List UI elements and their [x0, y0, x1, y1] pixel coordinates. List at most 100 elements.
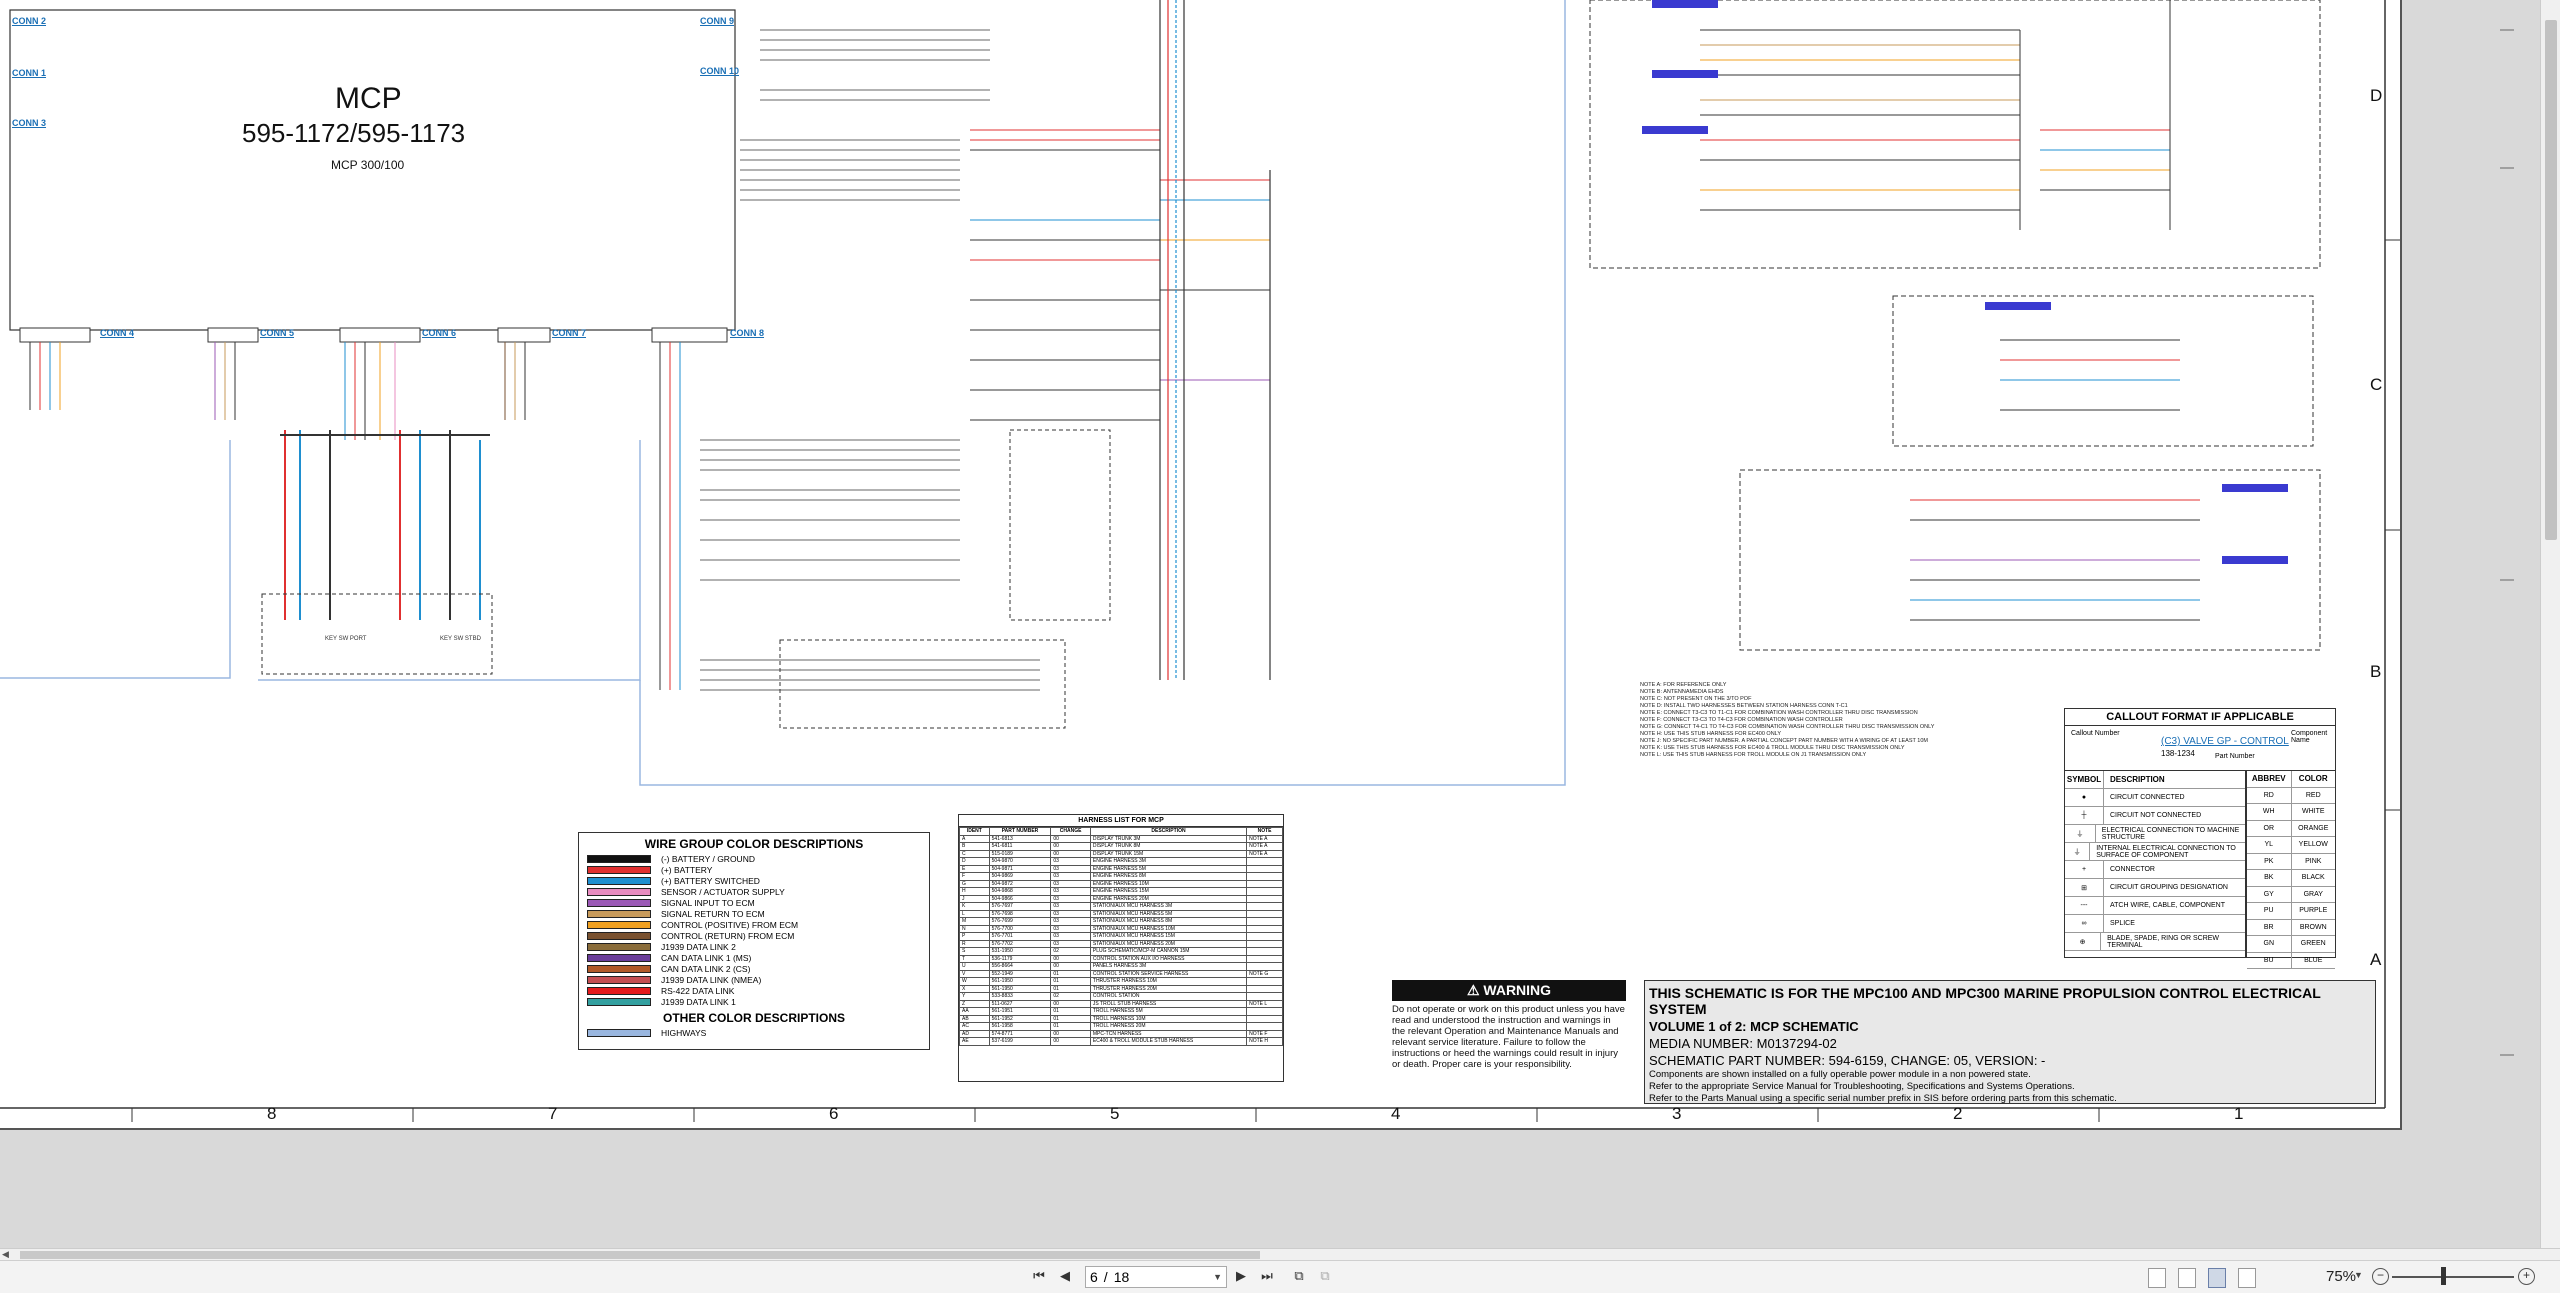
horizontal-scroll-thumb[interactable]: [20, 1251, 1260, 1259]
note-line: NOTE K: USE THIS STUB HARNESS FOR EC400 …: [1640, 745, 1905, 751]
table-cell: 561-1958: [988, 1022, 1052, 1031]
next-view-button[interactable]: ⧉: [1316, 1267, 1334, 1285]
legend-label: RS-422 DATA LINK: [661, 985, 735, 996]
conn-10-label: CONN 10: [700, 66, 740, 76]
conn-4-label: CONN 4: [100, 328, 135, 338]
table-cell: T: [959, 954, 990, 963]
next-page-button[interactable]: ▶: [1232, 1267, 1250, 1285]
table-row: X 561-1950 01 THRUSTER HARNESS 20M: [959, 984, 1283, 993]
zoom-slider-track[interactable]: [2392, 1276, 2514, 1278]
zone-letter: D: [2370, 86, 2383, 105]
harness-column-header: NOTE: [1246, 827, 1283, 836]
table-row: H 504-9868 03 ENGINE HARNESS 15M: [959, 887, 1283, 896]
legend-row: SENSOR / ACTUATOR SUPPLY: [579, 886, 929, 897]
symbol-glyph: ⏚: [2065, 843, 2091, 860]
conn-6-label: CONN 6: [422, 328, 457, 338]
note-line: NOTE C: NOT PRESENT ON THE 3/TO POF: [1640, 696, 1752, 702]
legend-row: (-) BATTERY / GROUND: [579, 853, 929, 864]
table-cell: [1246, 924, 1283, 933]
previous-page-button[interactable]: ◀: [1056, 1267, 1074, 1285]
zoom-in-button[interactable]: +: [2518, 1268, 2535, 1285]
legend-row: (+) BATTERY: [579, 864, 929, 875]
table-cell: NOTE G: [1246, 969, 1283, 978]
note-line: NOTE G: CONNECT T4-C1 TO T4-C3 FOR COMBI…: [1640, 724, 1935, 730]
table-cell: [1246, 962, 1283, 971]
wire-color-swatch: [587, 920, 651, 929]
conn-3-label: CONN 3: [12, 118, 47, 128]
legend-row: CONTROL (POSITIVE) FROM ECM: [579, 919, 929, 930]
abbrev-color: BROWN: [2299, 923, 2327, 931]
symbol-glyph: ⏚: [2065, 825, 2096, 842]
page-number-field[interactable]: 6 / 18 ▼: [1085, 1266, 1227, 1288]
zone-number: 4: [1391, 1104, 1401, 1123]
note-line: NOTE B: ANTENNAMEDIA EHDS: [1640, 689, 1724, 695]
first-page-icon: ⏮: [1033, 1268, 1045, 1283]
page-dropdown-icon[interactable]: ▼: [1213, 1272, 1222, 1282]
table-cell: [1246, 909, 1283, 918]
table-cell: 00: [1050, 999, 1091, 1008]
previous-view-button[interactable]: ⧉: [1290, 1267, 1308, 1285]
abbrev-code: PK: [2247, 853, 2292, 869]
legend-row: SIGNAL RETURN TO ECM: [579, 908, 929, 919]
other-legend-title: OTHER COLOR DESCRIPTIONS: [662, 1011, 845, 1025]
wire-color-swatch: [587, 854, 651, 863]
symbol-glyph: ⊞: [2065, 879, 2104, 896]
legend-label: (+) BATTERY: [661, 864, 713, 875]
table-cell: PANELS HARNESS 3M: [1089, 962, 1248, 971]
vertical-scroll-thumb[interactable]: [2545, 20, 2557, 540]
continuous-view-button[interactable]: [2178, 1268, 2196, 1288]
table-cell: N: [959, 924, 990, 933]
harness-column-header: DESCRIPTION: [1089, 827, 1248, 836]
zoom-slider-thumb[interactable]: [2441, 1267, 2446, 1285]
table-cell: 561-1951: [988, 1007, 1052, 1016]
symbol-glyph: ●: [2065, 789, 2104, 806]
table-cell: NOTE A: [1246, 849, 1283, 858]
zone-number: 1: [2234, 1104, 2244, 1123]
title-line-5: Components are shown installed on a full…: [1649, 1069, 2031, 1080]
table-cell: [1246, 984, 1283, 993]
legend-label: J1939 DATA LINK 1: [661, 996, 736, 1007]
abbrev-code: OR: [2247, 820, 2292, 836]
table-cell: [1246, 932, 1283, 941]
facing-view-button[interactable]: [2208, 1268, 2226, 1288]
abbrev-color: WHITE: [2301, 808, 2325, 815]
vertical-scrollbar[interactable]: [2540, 0, 2560, 1248]
zoom-level[interactable]: 75%: [2326, 1268, 2356, 1285]
table-cell: Z: [959, 999, 990, 1008]
zoom-out-button[interactable]: −: [2372, 1268, 2389, 1285]
wire-color-swatch: [587, 909, 651, 918]
table-cell: 576-7702: [988, 939, 1052, 948]
scroll-left-icon[interactable]: ◀: [2, 1249, 9, 1260]
table-cell: 504-9868: [988, 887, 1052, 896]
table-cell: 561-1950: [988, 977, 1052, 986]
table-cell: STATION/AUX MCU HARNESS 10M: [1089, 924, 1248, 933]
table-cell: 02: [1050, 947, 1091, 956]
first-page-button[interactable]: ⏮: [1030, 1267, 1048, 1285]
table-cell: 01: [1050, 977, 1091, 986]
current-page[interactable]: 6: [1090, 1269, 1098, 1285]
table-cell: 00: [1050, 954, 1091, 963]
table-cell: ENGINE HARNESS 8M: [1089, 872, 1248, 881]
table-row: P 576-7701 03 STATION/AUX MCU HARNESS 15M: [959, 932, 1283, 941]
harness-list-table: HARNESS LIST FOR MCP IDENT PART NUMBER CHA…: [958, 814, 1284, 1082]
zoom-dropdown-icon[interactable]: ▼: [2354, 1270, 2363, 1280]
table-row: F 504-9869 03 ENGINE HARNESS 8M: [959, 872, 1283, 881]
single-page-view-button[interactable]: [2148, 1268, 2166, 1288]
symbol-row: ⏚ ELECTRICAL CONNECTION TO MACHINE STRUCT…: [2065, 825, 2245, 843]
abbrev-header: ABBREV: [2247, 771, 2292, 787]
table-cell: 536-1179: [988, 954, 1052, 963]
last-page-button[interactable]: ⏭: [1258, 1267, 1276, 1285]
note-line: NOTE F: CONNECT T3-C3 TO T4-C3 FOR COMBI…: [1640, 717, 1843, 723]
table-cell: K: [959, 902, 990, 911]
document-viewport[interactable]: MCP 595-1172/595-1173 MCP 300/100 CONN 2…: [0, 0, 2540, 1248]
table-cell: 504-9871: [988, 864, 1052, 873]
continuous-facing-view-button[interactable]: [2238, 1268, 2256, 1288]
title-line-2: VOLUME 1 of 2: MCP SCHEMATIC: [1649, 1019, 1859, 1034]
wire-color-swatch: [587, 1028, 651, 1037]
table-cell: 03: [1050, 917, 1091, 926]
schematic-notes: NOTE A: FOR REFERENCE ONLY NOTE B: ANTEN…: [1640, 682, 2070, 759]
table-row: T 536-1179 00 CONTROL STATION AUX I/O HARNE…: [959, 954, 1283, 963]
table-row: Y 533-8833 02 CONTROL STATION: [959, 992, 1283, 1001]
symbol-description: SPLICE: [2110, 920, 2135, 927]
legend-row: J1939 DATA LINK (NMEA): [579, 974, 929, 985]
